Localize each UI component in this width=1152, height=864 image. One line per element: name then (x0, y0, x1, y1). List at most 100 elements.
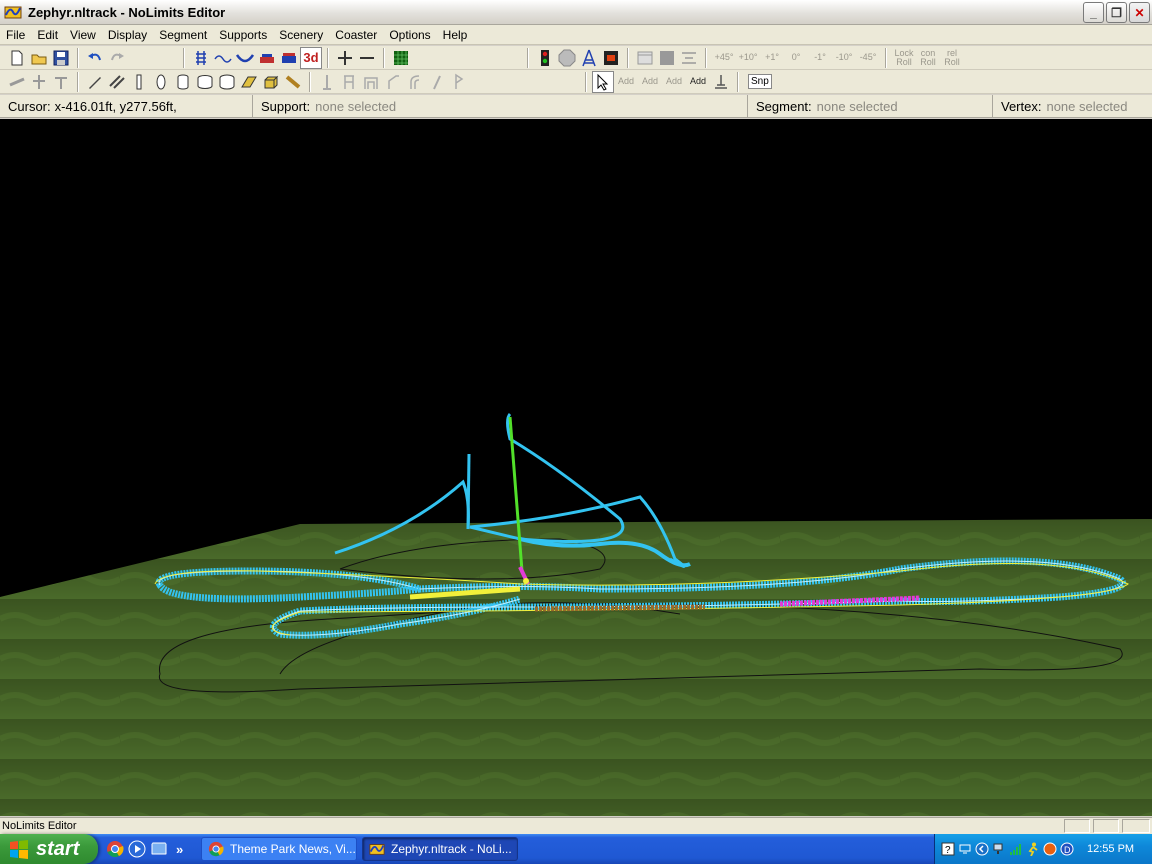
support-tool-1[interactable] (316, 71, 338, 93)
zoom-in-button[interactable] (334, 47, 356, 69)
solid-view-button[interactable] (656, 47, 678, 69)
help-icon[interactable]: ? (941, 842, 955, 856)
rotate-plus1-button[interactable]: +1° (760, 53, 784, 62)
menu-help[interactable]: Help (437, 25, 474, 45)
chrome-icon[interactable] (106, 840, 124, 858)
3d-view-button[interactable]: 3d (300, 46, 322, 69)
ground-tool[interactable] (710, 71, 732, 93)
zoom-out-button[interactable] (356, 47, 378, 69)
pencil-tool[interactable] (84, 71, 106, 93)
add-support-4-button[interactable]: Add (686, 77, 710, 86)
open-file-button[interactable] (28, 47, 50, 69)
add-support-3-button[interactable]: Add (662, 77, 686, 86)
title-bar[interactable]: Zephyr.nltrack - NoLimits Editor _ ❐ ✕ (0, 0, 1152, 25)
network-icon[interactable] (992, 842, 1006, 856)
plank-tool[interactable] (238, 71, 260, 93)
double-pencil-tool[interactable] (106, 71, 128, 93)
antivirus-icon[interactable] (1043, 842, 1057, 856)
segment-tool-1[interactable] (6, 71, 28, 93)
brake-button[interactable] (600, 47, 622, 69)
support-tool-7[interactable] (448, 71, 470, 93)
window-layout-button[interactable] (634, 47, 656, 69)
support-tool-3[interactable] (360, 71, 382, 93)
rotate-zero-button[interactable]: 0° (784, 53, 808, 62)
segment-tool-2[interactable] (28, 71, 50, 93)
con-roll-button[interactable]: con Roll (916, 48, 940, 67)
grid-icon (394, 50, 408, 65)
language-bar-icon[interactable] (958, 842, 972, 856)
restore-button[interactable]: ❐ (1106, 2, 1127, 23)
support-tool-2[interactable] (338, 71, 360, 93)
beam-tool[interactable] (282, 71, 304, 93)
rotate-plus45-button[interactable]: +45° (712, 53, 736, 62)
menu-display[interactable]: Display (102, 25, 153, 45)
support-tool-5[interactable] (404, 71, 426, 93)
media-player-icon[interactable] (128, 840, 146, 858)
plus-icon (338, 50, 352, 65)
grid-button[interactable] (390, 47, 412, 69)
taskbar-item-theme-park-news[interactable]: Theme Park News, Vi... (201, 837, 357, 861)
clock[interactable]: 12:55 PM (1087, 843, 1134, 855)
box-icon (264, 75, 279, 88)
rotate-plus10-button[interactable]: +10° (736, 53, 760, 62)
rotate-minus1-button[interactable]: -1° (808, 53, 832, 62)
align-button[interactable] (678, 47, 700, 69)
redo-button[interactable] (106, 47, 128, 69)
rel-roll-button[interactable]: rel Roll (940, 48, 964, 67)
signal-strength-icon[interactable] (1009, 842, 1023, 856)
menu-segment[interactable]: Segment (153, 25, 213, 45)
new-file-icon (11, 50, 23, 65)
menu-edit[interactable]: Edit (31, 25, 64, 45)
new-file-button[interactable] (6, 47, 28, 69)
menu-view[interactable]: View (64, 25, 102, 45)
rotate-minus10-button[interactable]: -10° (832, 53, 856, 62)
oval-tool[interactable] (150, 71, 172, 93)
save-button[interactable] (50, 47, 72, 69)
rotate-minus45-button[interactable]: -45° (856, 53, 880, 62)
snap-toggle[interactable]: Snp (748, 74, 772, 89)
minus-icon (360, 56, 374, 59)
dip-view-button[interactable] (234, 47, 256, 69)
beam-icon (285, 74, 301, 89)
start-button[interactable]: start (0, 834, 98, 864)
select-pointer-tool[interactable] (592, 70, 614, 93)
cylinder-icon (177, 74, 189, 89)
undo-button[interactable] (84, 47, 106, 69)
support-tool-4[interactable] (382, 71, 404, 93)
menu-scenery[interactable]: Scenery (273, 25, 329, 45)
pillar-icon (136, 74, 142, 89)
show-desktop-icon[interactable] (150, 840, 168, 858)
add-support-1-button[interactable]: Add (614, 77, 638, 86)
support-tool-6[interactable] (426, 71, 448, 93)
runner-icon[interactable] (1026, 842, 1040, 856)
menu-supports[interactable]: Supports (213, 25, 273, 45)
lock-roll-button[interactable]: Lock Roll (892, 48, 916, 67)
taskbar-item-nolimits[interactable]: Zephyr.nltrack - NoLi... (362, 837, 518, 861)
supports-button[interactable] (578, 47, 600, 69)
train-button[interactable] (278, 47, 300, 69)
play-simulation-button[interactable] (534, 47, 556, 69)
stop-button[interactable] (556, 47, 578, 69)
box-tool[interactable] (260, 71, 282, 93)
segment-tool-3[interactable] (50, 71, 72, 93)
minimize-button[interactable]: _ (1083, 2, 1104, 23)
solid-square-icon (660, 50, 674, 65)
track-view-button[interactable] (190, 47, 212, 69)
menu-coaster[interactable]: Coaster (329, 25, 383, 45)
station-button[interactable] (256, 47, 278, 69)
drum-icon (219, 74, 235, 89)
add-support-2-button[interactable]: Add (638, 77, 662, 86)
menu-file[interactable]: File (0, 25, 31, 45)
cylinder-tool-3[interactable] (216, 71, 238, 93)
pillar-tool[interactable] (128, 71, 150, 93)
cylinder-tool-2[interactable] (194, 71, 216, 93)
close-button[interactable]: ✕ (1129, 2, 1150, 23)
wave-view-button[interactable] (212, 47, 234, 69)
track-scene[interactable] (0, 119, 1152, 816)
3d-viewport[interactable] (0, 119, 1152, 816)
update-icon[interactable]: D (1060, 842, 1074, 856)
menu-options[interactable]: Options (383, 25, 436, 45)
cylinder-tool-1[interactable] (172, 71, 194, 93)
hide-icons-chevron-icon[interactable] (975, 842, 989, 856)
quick-launch-more[interactable]: » (176, 842, 183, 857)
